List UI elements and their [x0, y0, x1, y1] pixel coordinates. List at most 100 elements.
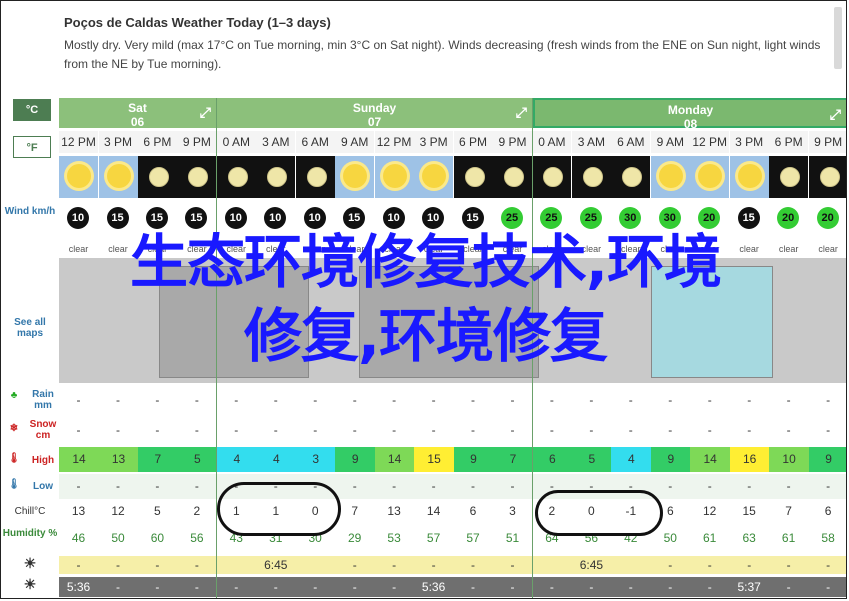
- humidity-cell: 56: [190, 531, 204, 545]
- sun-icon: [729, 156, 769, 198]
- sun-icon: [374, 156, 414, 198]
- map-tile[interactable]: [159, 266, 309, 378]
- sunset-cell: -: [628, 580, 633, 594]
- sky-condition: clear: [266, 244, 286, 254]
- high-cell: 14: [59, 447, 99, 472]
- sunset-cell: -: [668, 580, 673, 594]
- rain-icon: ♣: [10, 390, 18, 401]
- day-name: Monday: [667, 103, 714, 117]
- snow-cell: -: [510, 423, 515, 437]
- day-name: Sat: [128, 101, 147, 115]
- time-slot: 6 PM: [453, 131, 493, 153]
- high-cell: 4: [611, 447, 652, 472]
- high-temp-row: 14 13 7 5 4 4 3 9 14 15 9 7 6 5 4 9 14 16 10 9: [59, 447, 846, 472]
- rain-cell: -: [76, 393, 81, 407]
- time-slot: 6 AM: [611, 131, 651, 153]
- celsius-toggle[interactable]: °C: [13, 99, 51, 121]
- time-slot: 3 PM: [414, 131, 454, 153]
- sunset-cell: -: [392, 580, 397, 594]
- sunrise-cell: -: [155, 558, 160, 572]
- sky-condition: clear: [699, 244, 720, 254]
- chill-cell: 12: [111, 504, 125, 518]
- thermometer-low-icon: 🌡: [7, 479, 21, 490]
- high-cell: 5: [571, 447, 612, 472]
- rain-cell: -: [155, 393, 160, 407]
- weather-map-strip[interactable]: [59, 258, 846, 383]
- time-slot: 3 AM: [256, 131, 296, 153]
- sunrise-cell: -: [826, 558, 831, 572]
- time-slot: 3 PM: [729, 131, 769, 153]
- sunrise-cell: -: [707, 558, 712, 572]
- annotation-circle: [217, 482, 341, 536]
- sunset-cell: 5:36: [66, 580, 91, 594]
- moon-icon: [256, 156, 296, 198]
- sky-condition: clear: [660, 244, 681, 254]
- chill-cell: 6: [469, 504, 477, 518]
- rain-cell: -: [313, 393, 318, 407]
- moon-disc: [780, 167, 801, 187]
- wind-cell: 10: [375, 202, 414, 236]
- sky-condition: clear: [778, 244, 799, 254]
- wind-speed-icon: 30: [658, 207, 681, 229]
- high-cell: 4: [216, 447, 257, 472]
- sky-condition: clear: [344, 244, 365, 254]
- humidity-cell: 50: [663, 531, 677, 545]
- sun-disc: [382, 164, 407, 188]
- sunrise-row: - - - - 6:45 - - - - - 6:45 - - - - -: [59, 556, 846, 574]
- sunrise-cell: 6:45: [579, 558, 604, 572]
- wind-cell: 10: [59, 202, 98, 236]
- snow-cell: -: [747, 423, 752, 437]
- chill-cell: 7: [351, 504, 359, 518]
- scrollbar[interactable]: [834, 7, 842, 69]
- sunrise-cell: -: [747, 558, 752, 572]
- chill-cell: 6: [824, 504, 832, 518]
- day-header-sat[interactable]: Sat 06 ⤢: [59, 98, 216, 129]
- map-tile[interactable]: [651, 266, 773, 378]
- map-tile[interactable]: [359, 266, 539, 378]
- sunset-cell: -: [707, 580, 712, 594]
- sky-condition: clear: [68, 244, 89, 254]
- wind-cell: 15: [730, 202, 769, 236]
- time-slot: 9 PM: [808, 131, 846, 153]
- wind-speed-icon: 10: [382, 207, 405, 229]
- low-cell: -: [352, 479, 357, 493]
- expand-icon[interactable]: ⤢: [516, 105, 527, 119]
- day-header-monday[interactable]: Monday 08 ⤢: [533, 98, 846, 131]
- sky-condition: clear: [581, 244, 602, 254]
- fahrenheit-toggle[interactable]: °F: [13, 136, 51, 158]
- see-all-maps-link[interactable]: See all maps: [1, 317, 59, 339]
- day-header-sunday[interactable]: Sunday 07 ⤢: [217, 98, 532, 129]
- expand-icon[interactable]: ⤢: [200, 105, 211, 119]
- humidity-cell: 60: [150, 531, 165, 545]
- snow-cell: -: [155, 423, 160, 437]
- high-cell: 10: [769, 447, 810, 472]
- wind-cell: 30: [611, 202, 650, 236]
- high-cell: 5: [177, 447, 218, 472]
- rain-cell: -: [352, 393, 357, 407]
- sky-condition: clear: [187, 244, 207, 254]
- time-slot: 6 PM: [137, 131, 177, 153]
- sky-condition: clear: [226, 244, 247, 254]
- sunset-cell: -: [313, 580, 318, 594]
- moon-disc: [306, 167, 327, 187]
- snow-cell: -: [668, 423, 673, 437]
- moon-disc: [464, 167, 485, 187]
- chill-cell: 2: [193, 504, 201, 518]
- wind-cell: 25: [572, 202, 611, 236]
- day-date: 07: [367, 115, 382, 129]
- wind-cell: 20: [809, 202, 846, 236]
- snow-cell: -: [392, 423, 397, 437]
- wind-cell: 25: [532, 202, 571, 236]
- time-slot: 0 AM: [532, 131, 572, 153]
- snow-cell: -: [707, 423, 712, 437]
- sunrise-cell: -: [352, 558, 357, 572]
- snow-cell: -: [628, 423, 633, 437]
- sunset-icon: ☀: [23, 576, 37, 592]
- moon-disc: [504, 167, 524, 187]
- high-cell: 14: [374, 447, 415, 472]
- sunset-cell: -: [549, 580, 554, 594]
- snow-cell: -: [471, 423, 475, 437]
- wind-speed-icon: 10: [67, 207, 89, 229]
- high-cell: 7: [137, 447, 178, 472]
- expand-icon[interactable]: ⤢: [830, 107, 841, 121]
